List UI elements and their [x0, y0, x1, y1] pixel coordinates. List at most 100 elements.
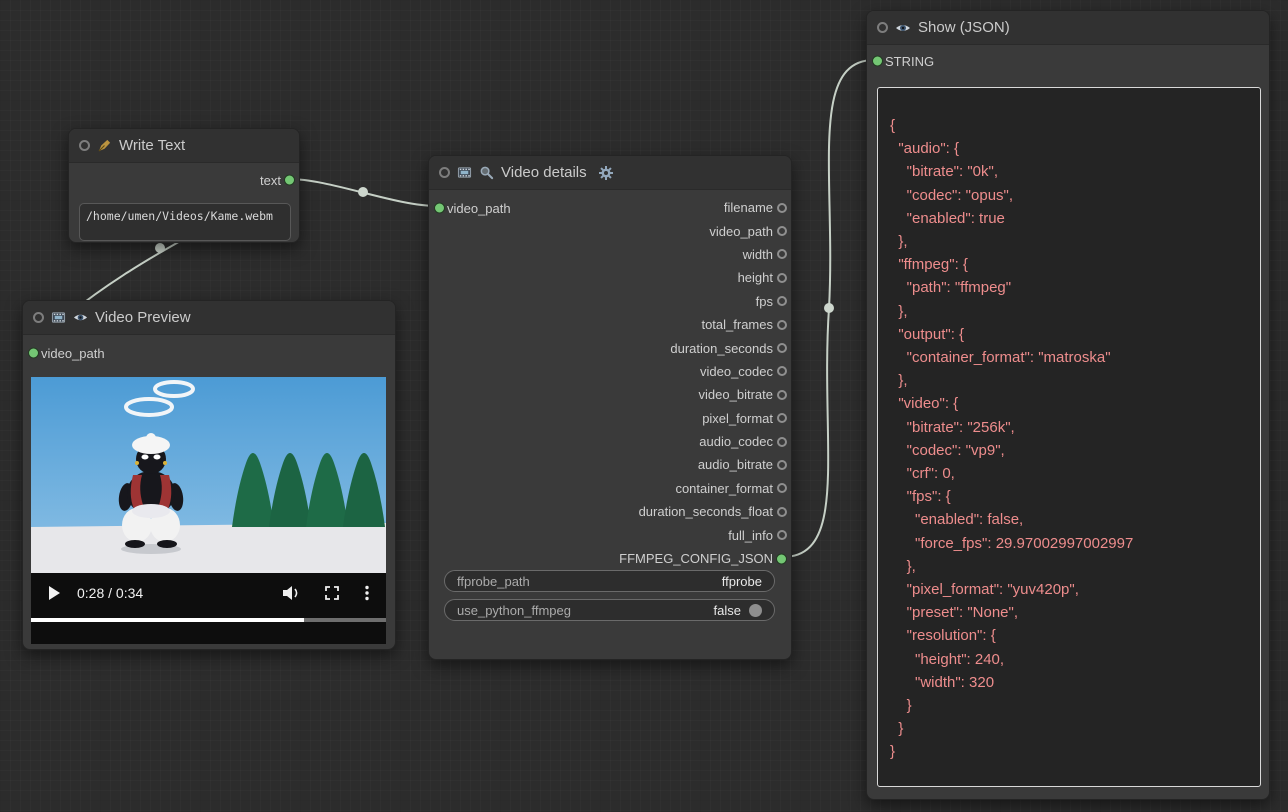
output-port-row: video_path [429, 219, 791, 242]
output-port-dot[interactable] [777, 460, 787, 470]
video-progress-bar[interactable] [31, 618, 386, 622]
node-video-preview[interactable]: Video Preview video_path [22, 300, 396, 650]
collapse-dot[interactable] [79, 140, 90, 151]
text-widget[interactable]: /home/umen/Videos/Kame.webm [79, 203, 291, 241]
node-title: Show (JSON) [918, 19, 1010, 36]
json-output-box[interactable]: { "audio": { "bitrate": "0k", "codec": "… [877, 87, 1261, 787]
output-row-text: text [69, 172, 299, 188]
video-progress-fill [31, 618, 304, 622]
node-video-details-header[interactable]: Video details [429, 156, 791, 190]
output-port-dot[interactable] [776, 553, 787, 564]
widget-ffprobe-path[interactable]: ffprobe_path ffprobe [444, 570, 775, 592]
output-port-label: container_format [675, 481, 773, 496]
output-port-label: full_info [728, 528, 773, 543]
node-title: Video Preview [95, 309, 191, 326]
eye-icon [73, 310, 88, 325]
output-port-dot[interactable] [777, 483, 787, 493]
output-port-row: duration_seconds_float [429, 500, 791, 523]
output-port-dot[interactable] [777, 366, 787, 376]
output-port-label: FFMPEG_CONFIG_JSON [619, 551, 773, 566]
video-controls: 0:28 / 0:34 [31, 573, 386, 613]
output-port-label: width [743, 247, 773, 262]
output-port-text[interactable] [284, 175, 295, 186]
more-options-icon[interactable] [364, 585, 370, 601]
output-port-dot[interactable] [777, 203, 787, 213]
gear-icon[interactable] [598, 165, 614, 181]
video-time: 0:28 / 0:34 [77, 585, 143, 601]
node-show-json[interactable]: Show (JSON) STRING { "audio": { "bitrate… [866, 10, 1270, 800]
output-port-row: video_bitrate [429, 383, 791, 406]
output-port-row: container_format [429, 477, 791, 500]
output-port-row: full_info [429, 523, 791, 546]
node-video-preview-header[interactable]: Video Preview [23, 301, 395, 335]
output-port-dot[interactable] [777, 273, 787, 283]
output-port-row: width [429, 243, 791, 266]
node-title: Video details [501, 164, 587, 181]
output-port-dot[interactable] [777, 507, 787, 517]
output-port-label: total_frames [701, 317, 773, 332]
output-port-label: video_codec [700, 364, 773, 379]
pen-icon [97, 138, 112, 153]
input-port-video-path[interactable] [28, 348, 39, 359]
output-port-row: total_frames [429, 313, 791, 336]
film-icon [51, 310, 66, 325]
input-row-video-path: video_path [23, 345, 105, 361]
link-midpoint-dot[interactable] [824, 303, 834, 313]
input-port-string[interactable] [872, 56, 883, 67]
output-port-label: filename [724, 200, 773, 215]
collapse-dot[interactable] [877, 22, 888, 33]
toggle-knob[interactable] [749, 604, 762, 617]
widget-value: false [714, 603, 741, 618]
collapse-dot[interactable] [33, 312, 44, 323]
input-port-label: STRING [885, 54, 934, 69]
output-port-row: audio_codec [429, 430, 791, 453]
output-port-label: audio_bitrate [698, 457, 773, 472]
output-port-dot[interactable] [777, 320, 787, 330]
node-video-details[interactable]: Video details video_path file [428, 155, 792, 660]
input-row-string: STRING [867, 53, 934, 69]
json-output-text: { "audio": { "bitrate": "0k", "codec": "… [878, 88, 1260, 764]
output-port-label: fps [756, 294, 773, 309]
output-port-row: FFMPEG_CONFIG_JSON [429, 547, 791, 570]
output-port-dot[interactable] [777, 226, 787, 236]
output-port-row: pixel_format [429, 407, 791, 430]
output-port-label: duration_seconds_float [639, 504, 773, 519]
widget-use-python-ffmpeg[interactable]: use_python_ffmpeg false [444, 599, 775, 621]
output-port-dot[interactable] [777, 437, 787, 447]
output-port-dot[interactable] [777, 249, 787, 259]
link-midpoint-dot[interactable] [358, 187, 368, 197]
output-port-row: audio_bitrate [429, 453, 791, 476]
input-port-label: video_path [41, 346, 105, 361]
widget-value: ffprobe [722, 574, 762, 589]
output-port-dot[interactable] [777, 296, 787, 306]
node-title: Write Text [119, 137, 185, 154]
node-write-text-header[interactable]: Write Text [69, 129, 299, 163]
play-icon[interactable] [47, 585, 61, 601]
output-port-dot[interactable] [777, 390, 787, 400]
output-port-label: video_path [709, 224, 773, 239]
eye-icon [895, 20, 911, 36]
node-write-text[interactable]: Write Text text /home/umen/Videos/Kame.w… [68, 128, 300, 243]
output-port-dot[interactable] [777, 343, 787, 353]
output-port-row: fps [429, 290, 791, 313]
widget-label: ffprobe_path [457, 574, 530, 589]
volume-icon[interactable] [282, 585, 300, 601]
output-port-row: video_codec [429, 360, 791, 383]
output-port-label: pixel_format [702, 411, 773, 426]
output-port-label: duration_seconds [670, 341, 773, 356]
output-port-dot[interactable] [777, 530, 787, 540]
link-midpoint-dot[interactable] [155, 243, 165, 253]
fullscreen-icon[interactable] [324, 585, 340, 601]
output-port-row: duration_seconds [429, 336, 791, 359]
collapse-dot[interactable] [439, 167, 450, 178]
magnifier-icon [479, 165, 494, 180]
node-show-json-header[interactable]: Show (JSON) [867, 11, 1269, 45]
node-canvas[interactable]: Write Text text /home/umen/Videos/Kame.w… [0, 0, 1288, 812]
output-port-label: video_bitrate [699, 387, 773, 402]
video-player[interactable]: 0:28 / 0:34 [31, 377, 386, 644]
output-port-label: text [260, 173, 281, 188]
output-port-dot[interactable] [777, 413, 787, 423]
film-icon [457, 165, 472, 180]
video-frame[interactable] [31, 377, 386, 573]
output-port-label: height [738, 270, 773, 285]
